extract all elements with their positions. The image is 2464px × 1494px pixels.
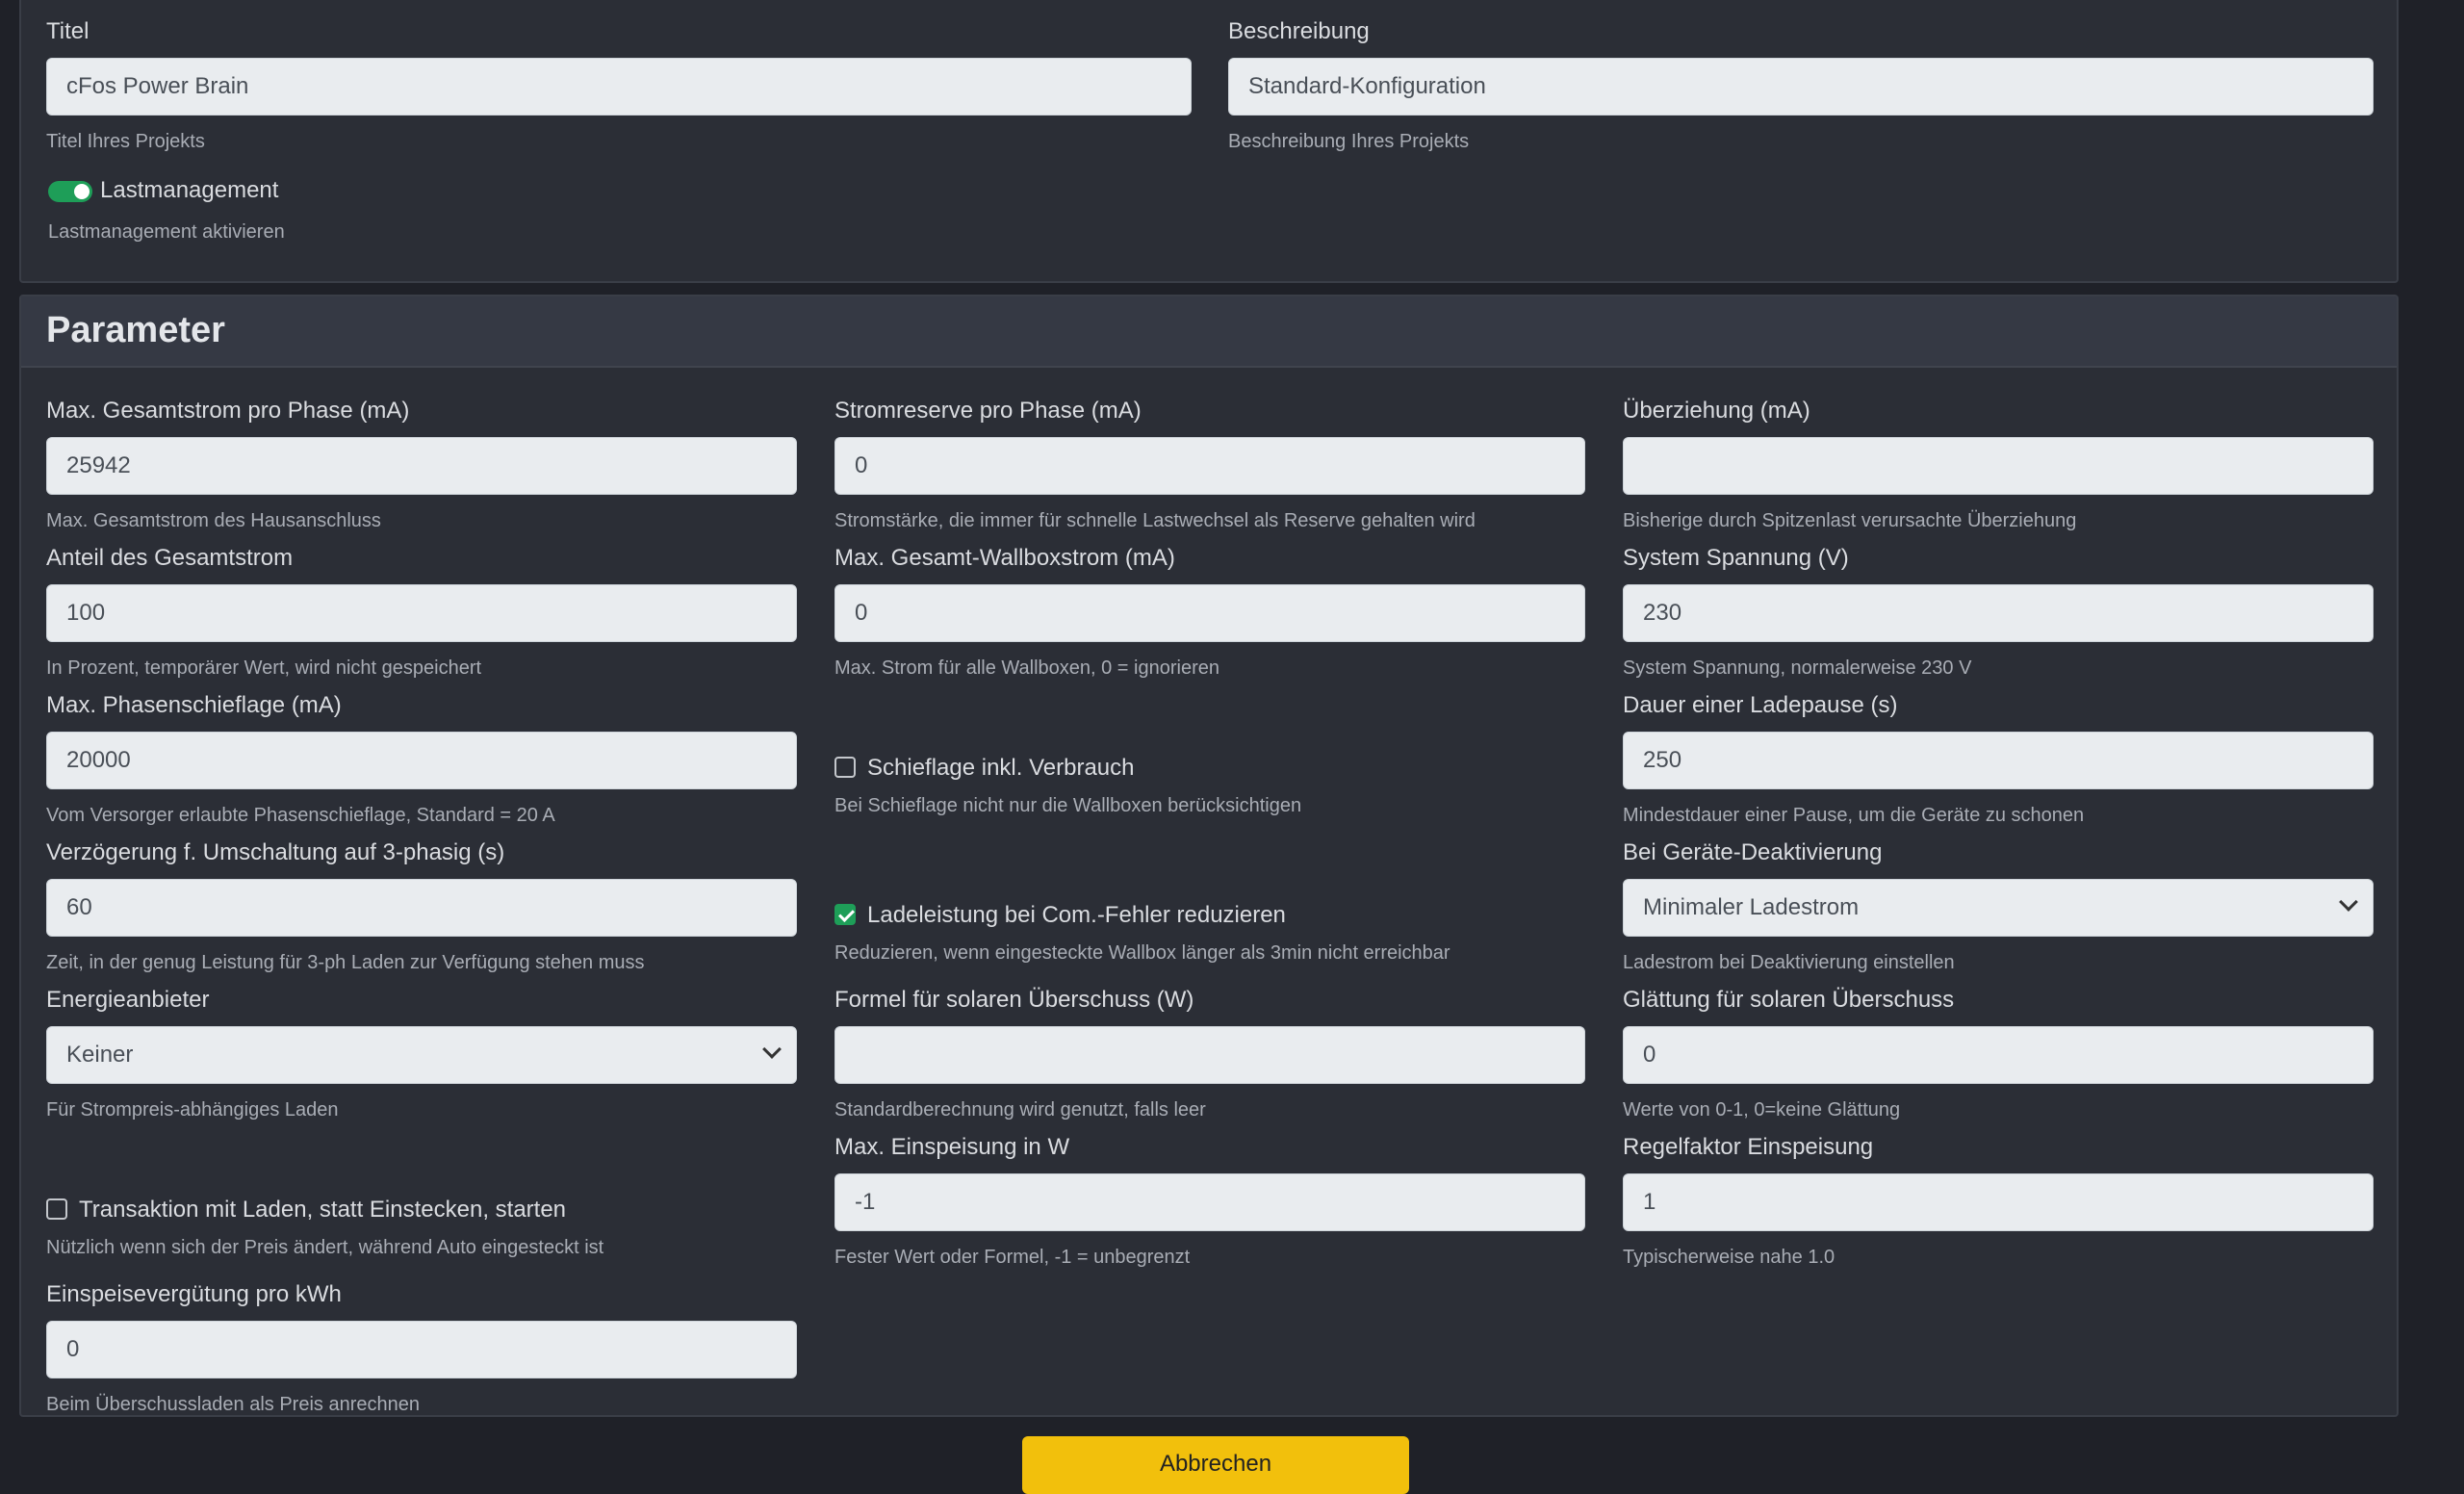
title-input[interactable]: cFos Power Brain <box>46 58 1192 116</box>
feed-in-factor-hint: Typischerweise nahe 1.0 <box>1623 1247 1835 1268</box>
reduce-on-com-error-box[interactable] <box>834 904 856 925</box>
solar-smoothing-field: Glättung für solaren Überschuss 0 Werte … <box>1623 986 2374 1120</box>
phase-imbalance-input[interactable]: 20000 <box>46 732 797 789</box>
max-wallbox-current-label: Max. Gesamt-Wallboxstrom (mA) <box>834 545 1175 571</box>
solar-surplus-formula-label: Formel für solaren Überschuss (W) <box>834 987 1194 1013</box>
overdraw-field: Überziehung (mA) Bisherige durch Spitzen… <box>1623 397 2374 531</box>
description-label: Beschreibung <box>1228 18 1370 44</box>
energy-provider-field: Energieanbieter Keiner Für Strompreis-ab… <box>46 986 797 1120</box>
reduce-on-com-error-hint: Reduzieren, wenn eingesteckte Wallbox lä… <box>834 942 1450 964</box>
max-total-current-input[interactable]: 25942 <box>46 437 797 495</box>
solar-smoothing-input[interactable]: 0 <box>1623 1026 2374 1084</box>
device-deactivation-value: Minimaler Ladestrom <box>1643 894 1860 920</box>
charge-pause-label: Dauer einer Ladepause (s) <box>1623 692 1898 718</box>
overdraw-input[interactable] <box>1623 437 2374 495</box>
current-reserve-field: Stromreserve pro Phase (mA) 0 Stromstärk… <box>834 397 1585 531</box>
current-reserve-input[interactable]: 0 <box>834 437 1585 495</box>
description-hint: Beschreibung Ihres Projekts <box>1228 131 1470 152</box>
three-phase-delay-input[interactable]: 60 <box>46 879 797 937</box>
parameter-heading: Parameter <box>46 310 225 350</box>
current-reserve-label: Stromreserve pro Phase (mA) <box>834 398 1142 424</box>
max-total-current-label: Max. Gesamtstrom pro Phase (mA) <box>46 398 410 424</box>
cancel-button[interactable]: Abbrechen <box>1022 1436 1409 1494</box>
solar-smoothing-hint: Werte von 0-1, 0=keine Glättung <box>1623 1099 1901 1120</box>
max-total-current-field: Max. Gesamtstrom pro Phase (mA) 25942 Ma… <box>46 397 797 531</box>
solar-surplus-formula-field: Formel für solaren Überschuss (W) Standa… <box>834 986 1585 1120</box>
feed-in-tariff-field: Einspeisevergütung pro kWh 0 Beim Übersc… <box>46 1280 797 1415</box>
transaction-start-box[interactable] <box>46 1198 67 1220</box>
project-card: Titel cFos Power Brain Titel Ihres Proje… <box>19 0 2399 283</box>
device-deactivation-select[interactable]: Minimaler Ladestrom <box>1623 879 2374 937</box>
system-voltage-input[interactable]: 230 <box>1623 584 2374 642</box>
total-current-share-input[interactable]: 100 <box>46 584 797 642</box>
title-label: Titel <box>46 18 90 44</box>
total-current-share-field: Anteil des Gesamtstrom 100 In Prozent, t… <box>46 544 797 679</box>
chevron-down-icon <box>762 1040 782 1059</box>
max-feed-in-hint: Fester Wert oder Formel, -1 = unbegrenzt <box>834 1247 1191 1268</box>
phase-imbalance-hint: Vom Versorger erlaubte Phasenschieflage,… <box>46 805 555 826</box>
imbalance-incl-consumption-label: Schieflage inkl. Verbrauch <box>867 755 1135 781</box>
transaction-start-hint: Nützlich wenn sich der Preis ändert, wäh… <box>46 1237 604 1258</box>
system-voltage-label: System Spannung (V) <box>1623 545 1849 571</box>
chevron-down-icon <box>2339 892 2358 912</box>
parameter-card: Parameter Max. Gesamtstrom pro Phase (mA… <box>19 295 2399 1417</box>
phase-imbalance-field: Max. Phasenschieflage (mA) 20000 Vom Ver… <box>46 691 797 826</box>
parameter-header: Parameter <box>21 296 2397 368</box>
max-total-current-hint: Max. Gesamtstrom des Hausanschluss <box>46 510 381 531</box>
feed-in-factor-field: Regelfaktor Einspeisung 1 Typischerweise… <box>1623 1133 2374 1268</box>
device-deactivation-hint: Ladestrom bei Deaktivierung einstellen <box>1623 952 1955 973</box>
total-current-share-hint: In Prozent, temporärer Wert, wird nicht … <box>46 657 482 679</box>
transaction-start-label: Transaktion mit Laden, statt Einstecken,… <box>79 1197 567 1223</box>
title-hint: Titel Ihres Projekts <box>46 131 205 152</box>
energy-provider-label: Energieanbieter <box>46 987 210 1013</box>
feed-in-tariff-label: Einspeisevergütung pro kWh <box>46 1281 342 1307</box>
load-management-label: Lastmanagement <box>100 177 279 203</box>
description-input[interactable]: Standard-Konfiguration <box>1228 58 2374 116</box>
system-voltage-hint: System Spannung, normalerweise 230 V <box>1623 657 1972 679</box>
device-deactivation-label: Bei Geräte-Deaktivierung <box>1623 839 1883 865</box>
description-field: Beschreibung Standard-Konfiguration Besc… <box>1228 17 2374 152</box>
overdraw-hint: Bisherige durch Spitzenlast verursachte … <box>1623 510 2077 531</box>
charge-pause-hint: Mindestdauer einer Pause, um die Geräte … <box>1623 805 2085 826</box>
current-reserve-hint: Stromstärke, die immer für schnelle Last… <box>834 510 1476 531</box>
load-management-toggle[interactable] <box>48 181 92 202</box>
energy-provider-hint: Für Strompreis-abhängiges Laden <box>46 1099 339 1120</box>
solar-surplus-formula-input[interactable] <box>834 1026 1585 1084</box>
device-deactivation-field: Bei Geräte-Deaktivierung Minimaler Lades… <box>1623 838 2374 973</box>
reduce-on-com-error-label: Ladeleistung bei Com.-Fehler reduzieren <box>867 902 1286 928</box>
three-phase-delay-field: Verzögerung f. Umschaltung auf 3-phasig … <box>46 838 797 973</box>
three-phase-delay-hint: Zeit, in der genug Leistung für 3-ph Lad… <box>46 952 645 973</box>
max-wallbox-current-field: Max. Gesamt-Wallboxstrom (mA) 0 Max. Str… <box>834 544 1585 679</box>
solar-surplus-formula-hint: Standardberechnung wird genutzt, falls l… <box>834 1099 1206 1120</box>
max-wallbox-current-hint: Max. Strom für alle Wallboxen, 0 = ignor… <box>834 657 1219 679</box>
solar-smoothing-label: Glättung für solaren Überschuss <box>1623 987 1955 1013</box>
overdraw-label: Überziehung (mA) <box>1623 398 1810 424</box>
load-management-hint: Lastmanagement aktivieren <box>48 221 285 243</box>
feed-in-tariff-input[interactable]: 0 <box>46 1321 797 1378</box>
imbalance-incl-consumption-hint: Bei Schieflage nicht nur die Wallboxen b… <box>834 795 1302 816</box>
feed-in-factor-label: Regelfaktor Einspeisung <box>1623 1134 1874 1160</box>
feed-in-tariff-hint: Beim Überschussladen als Preis anrechnen <box>46 1394 420 1415</box>
title-field: Titel cFos Power Brain Titel Ihres Proje… <box>46 17 1192 152</box>
energy-provider-value: Keiner <box>66 1042 134 1068</box>
feed-in-factor-input[interactable]: 1 <box>1623 1173 2374 1231</box>
total-current-share-label: Anteil des Gesamtstrom <box>46 545 294 571</box>
phase-imbalance-label: Max. Phasenschieflage (mA) <box>46 692 342 718</box>
charge-pause-field: Dauer einer Ladepause (s) 250 Mindestdau… <box>1623 691 2374 826</box>
imbalance-incl-consumption-box[interactable] <box>834 757 856 778</box>
max-feed-in-field: Max. Einspeisung in W -1 Fester Wert ode… <box>834 1133 1585 1268</box>
system-voltage-field: System Spannung (V) 230 System Spannung,… <box>1623 544 2374 679</box>
max-feed-in-input[interactable]: -1 <box>834 1173 1585 1231</box>
max-feed-in-label: Max. Einspeisung in W <box>834 1134 1070 1160</box>
three-phase-delay-label: Verzögerung f. Umschaltung auf 3-phasig … <box>46 839 505 865</box>
max-wallbox-current-input[interactable]: 0 <box>834 584 1585 642</box>
charge-pause-input[interactable]: 250 <box>1623 732 2374 789</box>
energy-provider-select[interactable]: Keiner <box>46 1026 797 1084</box>
